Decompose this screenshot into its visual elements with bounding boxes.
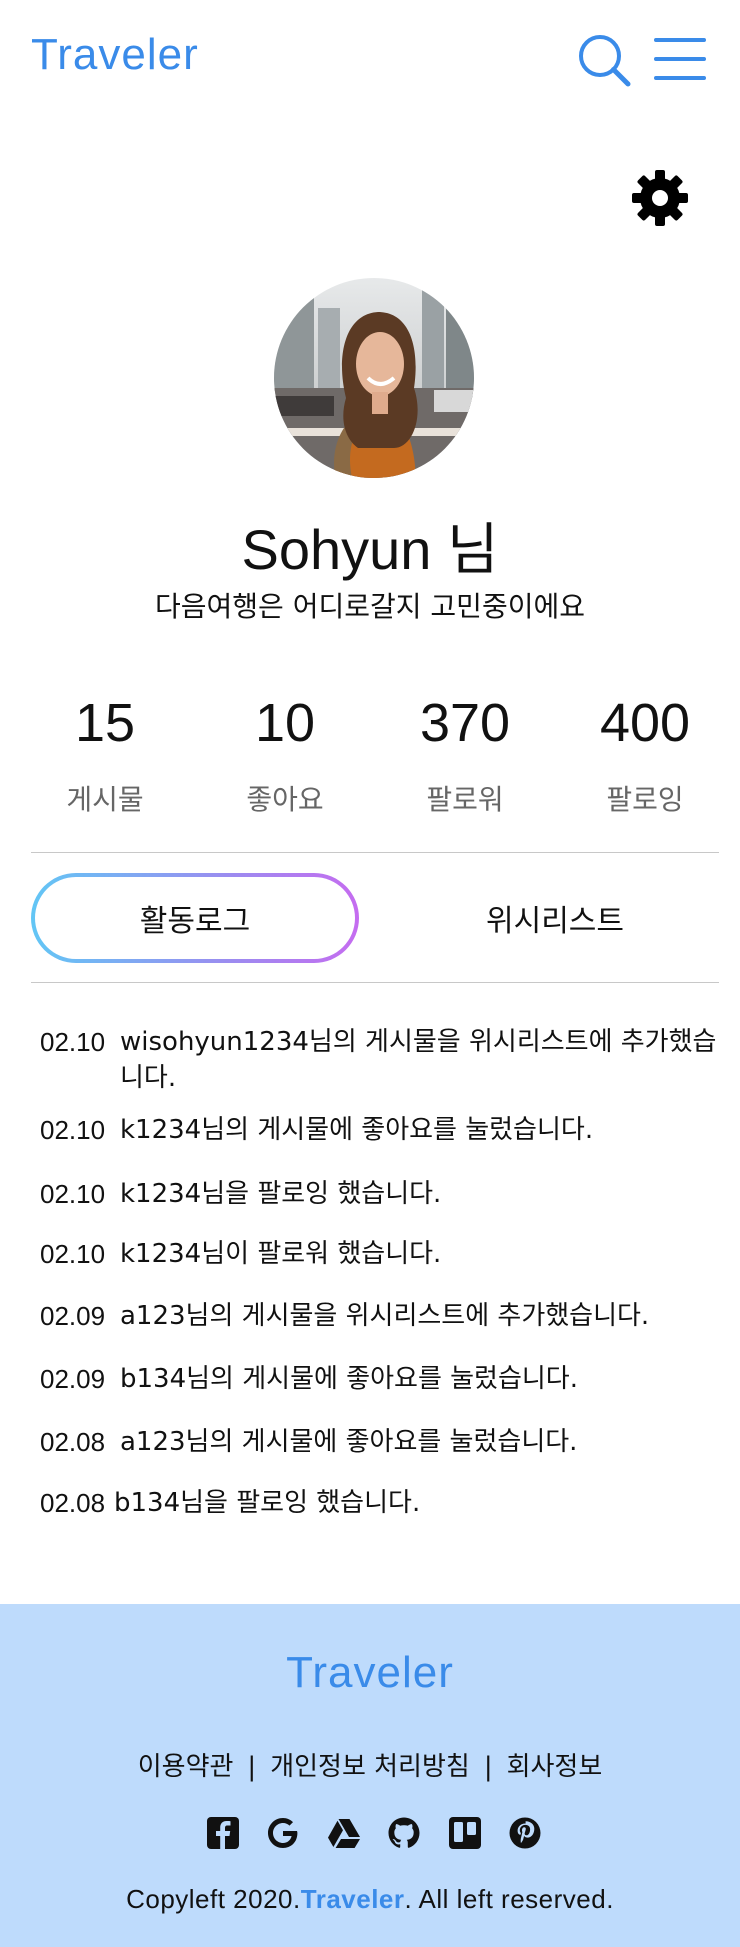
log-text: a123님의 게시물에 좋아요를 눌렀습니다. bbox=[120, 1427, 578, 1457]
log-date: 02.10 bbox=[40, 1239, 106, 1269]
top-header: Traveler bbox=[0, 0, 740, 120]
privacy-policy-link[interactable]: 개인정보 처리방침 bbox=[270, 1752, 470, 1782]
log-text: b134님을 팔로잉 했습니다. bbox=[114, 1488, 421, 1518]
stat-value: 370 bbox=[419, 693, 511, 753]
log-text: k1234님의 게시물에 좋아요를 눌렀습니다. bbox=[120, 1115, 594, 1145]
list-item: 02.10 k1234님의 게시물에 좋아요를 눌렀습니다. bbox=[40, 1112, 720, 1176]
stat-label: 팔로워 bbox=[426, 783, 504, 816]
log-text: wisohyun1234님의 게시물을 위시리스트에 추가했습니다. bbox=[120, 1027, 717, 1093]
copyright-suffix: . All left reserved. bbox=[404, 1884, 614, 1914]
profile-photo bbox=[274, 278, 474, 478]
stat-following[interactable]: 400 팔로잉 bbox=[555, 688, 735, 818]
list-item: 02.08 a123님의 게시물에 좋아요를 눌렀습니다. bbox=[40, 1424, 720, 1485]
trello-icon[interactable] bbox=[448, 1816, 482, 1850]
stat-label: 좋아요 bbox=[246, 783, 324, 816]
divider bbox=[31, 852, 719, 853]
log-date: 02.08 bbox=[40, 1488, 106, 1518]
list-item: 02.10 k1234님이 팔로워 했습니다. bbox=[40, 1236, 720, 1298]
link-separator: | bbox=[483, 1752, 493, 1782]
pinterest-icon[interactable] bbox=[508, 1816, 542, 1850]
footer-logo[interactable]: Traveler bbox=[0, 1648, 740, 1698]
stat-posts[interactable]: 15 게시물 bbox=[15, 688, 195, 818]
list-item: 02.08 b134님을 팔로잉 했습니다. bbox=[40, 1485, 720, 1525]
log-date: 02.10 bbox=[40, 1179, 106, 1209]
list-item: 02.10 k1234님을 팔로잉 했습니다. bbox=[40, 1176, 720, 1236]
terms-link[interactable]: 이용약관 bbox=[138, 1752, 234, 1782]
stat-followers[interactable]: 370 팔로워 bbox=[375, 688, 555, 818]
hamburger-menu-icon bbox=[654, 38, 706, 42]
search-icon bbox=[579, 35, 631, 87]
gear-icon bbox=[632, 170, 688, 226]
avatar[interactable] bbox=[274, 278, 474, 478]
log-date: 02.08 bbox=[40, 1427, 106, 1457]
copyright-prefix: Copyleft 2020. bbox=[126, 1884, 301, 1914]
profile-stats: 15 게시물 10 좋아요 370 팔로워 400 팔로잉 bbox=[15, 688, 735, 818]
footer: Traveler 이용약관 | 개인정보 처리방침 | 회사정보 Copyleft bbox=[0, 1604, 740, 1947]
profile-name: Sohyun 님 bbox=[241, 518, 499, 581]
list-item: 02.10 wisohyun1234님의 게시물을 위시리스트에 추가했습니다. bbox=[40, 1024, 720, 1112]
stat-likes[interactable]: 10 좋아요 bbox=[195, 688, 375, 818]
social-links bbox=[206, 1816, 542, 1856]
google-icon[interactable] bbox=[266, 1816, 300, 1850]
footer-links: 이용약관 | 개인정보 처리방침 | 회사정보 bbox=[0, 1746, 740, 1783]
company-info-link[interactable]: 회사정보 bbox=[507, 1752, 603, 1782]
copyright: Copyleft 2020.Traveler. All left reserve… bbox=[0, 1884, 740, 1915]
menu-button[interactable] bbox=[654, 38, 708, 80]
search-button[interactable] bbox=[576, 32, 632, 88]
log-date: 02.09 bbox=[40, 1364, 106, 1394]
github-icon[interactable] bbox=[387, 1816, 421, 1850]
log-text: k1234님을 팔로잉 했습니다. bbox=[120, 1179, 442, 1209]
tab-wishlist[interactable]: 위시리스트 bbox=[370, 873, 740, 963]
stat-value: 400 bbox=[599, 693, 691, 753]
activity-log-list: 02.10 wisohyun1234님의 게시물을 위시리스트에 추가했습니다.… bbox=[40, 1024, 720, 1525]
log-date: 02.10 bbox=[40, 1115, 106, 1145]
log-text: b134님의 게시물에 좋아요를 눌렀습니다. bbox=[120, 1364, 578, 1394]
log-text: k1234님이 팔로워 했습니다. bbox=[120, 1239, 442, 1269]
logo[interactable]: Traveler bbox=[31, 30, 199, 80]
stat-label: 게시물 bbox=[66, 783, 144, 816]
profile-bio: 다음여행은 어디로갈지 고민중이에요 bbox=[155, 590, 585, 623]
log-date: 02.09 bbox=[40, 1301, 106, 1331]
facebook-icon[interactable] bbox=[206, 1816, 240, 1850]
stat-value: 15 bbox=[74, 693, 136, 753]
settings-button[interactable] bbox=[628, 166, 692, 230]
copyright-brand[interactable]: Traveler bbox=[301, 1884, 405, 1914]
google-drive-icon[interactable] bbox=[327, 1816, 361, 1850]
tab-label: 활동로그 bbox=[35, 877, 355, 959]
list-item: 02.09 a123님의 게시물을 위시리스트에 추가했습니다. bbox=[40, 1298, 720, 1361]
log-text: a123님의 게시물을 위시리스트에 추가했습니다. bbox=[120, 1301, 650, 1331]
stat-value: 10 bbox=[254, 693, 316, 753]
list-item: 02.09 b134님의 게시물에 좋아요를 눌렀습니다. bbox=[40, 1361, 720, 1424]
link-separator: | bbox=[247, 1752, 257, 1782]
divider bbox=[31, 982, 719, 983]
log-date: 02.10 bbox=[40, 1027, 106, 1057]
stat-label: 팔로잉 bbox=[606, 783, 684, 816]
tab-activity-log[interactable]: 활동로그 bbox=[31, 873, 359, 963]
